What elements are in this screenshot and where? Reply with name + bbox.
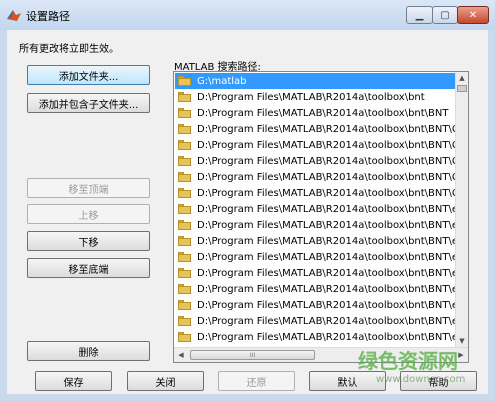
close-window-button[interactable]: ✕ <box>457 6 489 24</box>
path-text: D:\Program Files\MATLAB\R2014a\toolbox\b… <box>197 283 456 295</box>
horizontal-scroll-thumb[interactable]: III <box>190 350 315 360</box>
dialog-body: 所有更改将立即生效。 添加文件夹... 添加并包含子文件夹... 移至顶端 上移… <box>7 30 488 394</box>
path-list-item[interactable]: D:\Program Files\MATLAB\R2014a\toolbox\b… <box>175 217 456 233</box>
save-button[interactable]: 保存 <box>35 371 112 391</box>
path-list-item[interactable]: D:\Program Files\MATLAB\R2014a\toolbox\b… <box>175 313 456 329</box>
watermark: 绿色资源网 www.downcc.com <box>358 345 490 391</box>
add-with-subfolders-button[interactable]: 添加并包含子文件夹... <box>27 93 150 113</box>
folder-icon <box>178 236 191 246</box>
folder-icon <box>178 284 191 294</box>
path-list-item[interactable]: D:\Program Files\MATLAB\R2014a\toolbox\b… <box>175 265 456 281</box>
close-icon: ✕ <box>468 9 478 21</box>
path-text: D:\Program Files\MATLAB\R2014a\toolbox\b… <box>197 171 456 183</box>
folder-icon <box>178 252 191 262</box>
watermark-text: 绿色资源网 <box>358 349 458 373</box>
path-text: D:\Program Files\MATLAB\R2014a\toolbox\b… <box>197 91 425 103</box>
add-folder-button[interactable]: 添加文件夹... <box>27 65 150 85</box>
title-bar: 设置路径 ▁ ▢ ✕ <box>0 0 495 30</box>
path-text: D:\Program Files\MATLAB\R2014a\toolbox\b… <box>197 219 456 231</box>
path-text: D:\Program Files\MATLAB\R2014a\toolbox\b… <box>197 299 456 311</box>
path-text: D:\Program Files\MATLAB\R2014a\toolbox\b… <box>197 315 456 327</box>
scroll-up-icon[interactable]: ▲ <box>456 72 468 84</box>
path-list-item[interactable]: D:\Program Files\MATLAB\R2014a\toolbox\b… <box>175 233 456 249</box>
matlab-logo-icon <box>7 10 21 21</box>
path-list-item[interactable]: G:\matlab <box>175 73 456 89</box>
path-list-item[interactable]: D:\Program Files\MATLAB\R2014a\toolbox\b… <box>175 185 456 201</box>
remove-button[interactable]: 删除 <box>27 341 150 361</box>
path-text: D:\Program Files\MATLAB\R2014a\toolbox\b… <box>197 187 456 199</box>
folder-icon <box>178 332 191 342</box>
folder-icon <box>178 140 191 150</box>
path-list-item[interactable]: D:\Program Files\MATLAB\R2014a\toolbox\b… <box>175 121 456 137</box>
path-list-item[interactable]: D:\Program Files\MATLAB\R2014a\toolbox\b… <box>175 297 456 313</box>
path-list-item[interactable]: D:\Program Files\MATLAB\R2014a\toolbox\b… <box>175 169 456 185</box>
path-list-item[interactable]: D:\Program Files\MATLAB\R2014a\toolbox\b… <box>175 105 456 121</box>
folder-icon <box>178 188 191 198</box>
path-list-item[interactable]: D:\Program Files\MATLAB\R2014a\toolbox\b… <box>175 201 456 217</box>
folder-icon <box>178 108 191 118</box>
path-list-item[interactable]: D:\Program Files\MATLAB\R2014a\toolbox\b… <box>175 249 456 265</box>
folder-icon <box>178 220 191 230</box>
path-text: D:\Program Files\MATLAB\R2014a\toolbox\b… <box>197 251 456 263</box>
move-up-button[interactable]: 上移 <box>27 204 150 224</box>
path-list-item[interactable]: D:\Program Files\MATLAB\R2014a\toolbox\b… <box>175 89 456 105</box>
vertical-scroll-thumb[interactable] <box>457 85 467 92</box>
folder-icon <box>178 76 191 86</box>
path-text: D:\Program Files\MATLAB\R2014a\toolbox\b… <box>197 267 456 279</box>
path-text: D:\Program Files\MATLAB\R2014a\toolbox\b… <box>197 139 456 151</box>
path-list-item[interactable]: D:\Program Files\MATLAB\R2014a\toolbox\b… <box>175 329 456 345</box>
revert-button[interactable]: 还原 <box>218 371 295 391</box>
path-text: D:\Program Files\MATLAB\R2014a\toolbox\b… <box>197 235 456 247</box>
path-list-item[interactable]: D:\Program Files\MATLAB\R2014a\toolbox\b… <box>175 153 456 169</box>
info-message: 所有更改将立即生效。 <box>19 44 119 55</box>
move-to-bottom-button[interactable]: 移至底端 <box>27 258 150 278</box>
window-title: 设置路径 <box>26 10 70 23</box>
path-text: D:\Program Files\MATLAB\R2014a\toolbox\b… <box>197 155 456 167</box>
minimize-icon: ▁ <box>415 9 424 21</box>
folder-icon <box>178 124 191 134</box>
move-to-top-button[interactable]: 移至顶端 <box>27 178 150 198</box>
folder-icon <box>178 204 191 214</box>
path-list-item[interactable]: D:\Program Files\MATLAB\R2014a\toolbox\b… <box>175 137 456 153</box>
scroll-left-icon[interactable]: ◀ <box>174 348 188 362</box>
folder-icon <box>178 268 191 278</box>
maximize-button[interactable]: ▢ <box>432 6 458 24</box>
path-text: D:\Program Files\MATLAB\R2014a\toolbox\b… <box>197 107 449 119</box>
path-text: D:\Program Files\MATLAB\R2014a\toolbox\b… <box>197 331 456 343</box>
path-text: G:\matlab <box>197 75 247 87</box>
maximize-icon: ▢ <box>440 9 450 21</box>
path-text: D:\Program Files\MATLAB\R2014a\toolbox\b… <box>197 203 456 215</box>
path-text: D:\Program Files\MATLAB\R2014a\toolbox\b… <box>197 123 456 135</box>
folder-icon <box>178 156 191 166</box>
move-down-button[interactable]: 下移 <box>27 231 150 251</box>
folder-icon <box>178 300 191 310</box>
vertical-scrollbar[interactable]: ▲ ▼ <box>455 72 468 347</box>
folder-icon <box>178 172 191 182</box>
search-path-list[interactable]: G:\matlab D:\Program Files\MATLAB\R2014a\… <box>173 71 469 363</box>
close-button[interactable]: 关闭 <box>127 371 204 391</box>
folder-icon <box>178 92 191 102</box>
watermark-url: www.downcc.com <box>376 374 466 385</box>
folder-icon <box>178 316 191 326</box>
minimize-button[interactable]: ▁ <box>406 6 433 24</box>
path-list-item[interactable]: D:\Program Files\MATLAB\R2014a\toolbox\b… <box>175 281 456 297</box>
